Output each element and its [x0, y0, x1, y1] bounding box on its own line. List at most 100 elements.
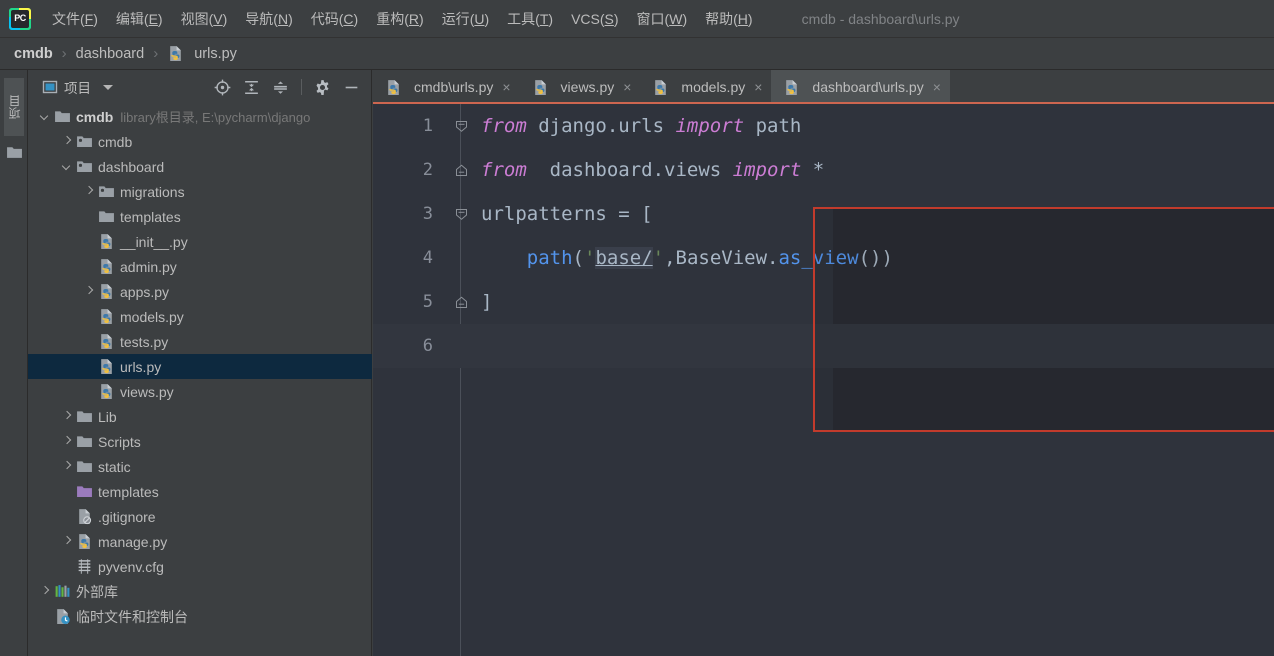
- tree-item-migrations[interactable]: migrations: [28, 179, 372, 204]
- python-file-icon: [655, 79, 667, 95]
- collapse-all-icon[interactable]: [272, 79, 289, 96]
- hide-panel-icon[interactable]: [343, 79, 360, 96]
- code-line-current[interactable]: 6: [373, 324, 1274, 368]
- code-line[interactable]: 3 urlpatterns = [: [373, 192, 1274, 236]
- editor-tab-dashboard-urls-py[interactable]: dashboard\urls.py ×: [771, 70, 951, 104]
- tree-item-static[interactable]: static: [28, 454, 372, 479]
- fold-end-icon[interactable]: [455, 296, 468, 309]
- fold-expanded-icon[interactable]: [455, 120, 468, 133]
- tree-item-apps-py[interactable]: apps.py: [28, 279, 372, 304]
- folder-icon[interactable]: [6, 144, 23, 166]
- menu-item-run[interactable]: 运行(U): [433, 6, 498, 32]
- editor-tab-cmdb-urls-py[interactable]: cmdb\urls.py ×: [373, 70, 520, 104]
- editor-tab-models-py[interactable]: models.py ×: [640, 70, 771, 104]
- menu-item-window[interactable]: 窗口(W): [628, 6, 697, 32]
- tree-item-tests-py[interactable]: tests.py: [28, 329, 372, 354]
- tree-item-templates[interactable]: templates: [28, 204, 372, 229]
- menu-item-help[interactable]: 帮助(H): [696, 6, 761, 32]
- python-file-icon: [101, 284, 112, 299]
- python-file-icon: [170, 46, 182, 61]
- tree-item-admin-py[interactable]: admin.py: [28, 254, 372, 279]
- tree-item-templates[interactable]: templates: [28, 479, 372, 504]
- code-line[interactable]: 1 from django.urls import path: [373, 104, 1274, 148]
- fold-expanded-icon[interactable]: [455, 208, 468, 221]
- url-route-reference[interactable]: base/: [595, 247, 653, 269]
- breadcrumb-file[interactable]: urls.py: [167, 45, 237, 62]
- menu-item-file[interactable]: 文件(F): [43, 6, 107, 32]
- breadcrumb-separator: ›: [61, 45, 67, 62]
- editor-tab-label: dashboard\urls.py: [812, 79, 924, 95]
- locate-icon[interactable]: [214, 79, 231, 96]
- menu-item-code[interactable]: 代码(C): [302, 6, 367, 32]
- editor-tab-bar: cmdb\urls.py × views.py × models.py × dashboar…: [373, 70, 1274, 104]
- code-editor[interactable]: 1 from django.urls import path 2 from da…: [373, 104, 1274, 656]
- code-line[interactable]: 4 path('base/',BaseView.as_view()): [373, 236, 1274, 280]
- editor-tab-views-py[interactable]: views.py ×: [520, 70, 641, 104]
- chevron-down-icon[interactable]: [103, 84, 113, 90]
- tree-item-cmdb[interactable]: cmdb library根目录, E:\pycharm\django: [28, 104, 372, 129]
- menu-item-vcs[interactable]: VCS(S): [562, 8, 627, 30]
- menu-item-tools[interactable]: 工具(T): [498, 6, 562, 32]
- chevron-right-icon[interactable]: [62, 136, 73, 147]
- chevron-right-icon[interactable]: [62, 411, 73, 422]
- tool-window-button-project[interactable]: 项目: [4, 78, 24, 136]
- breadcrumb: cmdb › dashboard › urls.py: [0, 38, 1274, 70]
- tree-item-pyvenv-cfg[interactable]: pyvenv.cfg: [28, 554, 372, 579]
- tree-item-models-py[interactable]: models.py: [28, 304, 372, 329]
- chevron-right-icon[interactable]: [62, 461, 73, 472]
- tree-item-label: templates: [98, 483, 159, 500]
- tree-item-label: 外部库: [76, 583, 118, 600]
- tree-item-[interactable]: 外部库: [28, 579, 372, 604]
- python-file-icon: [101, 259, 112, 274]
- tree-item-scripts[interactable]: Scripts: [28, 429, 372, 454]
- toolbar-separator: [301, 79, 302, 95]
- project-panel-title-group[interactable]: 项目: [42, 77, 113, 97]
- code-text: from django.urls import path: [481, 115, 801, 137]
- close-icon[interactable]: ×: [754, 80, 762, 94]
- chevron-right-icon[interactable]: [62, 436, 73, 447]
- tree-item-views-py[interactable]: views.py: [28, 379, 372, 404]
- breadcrumb-root[interactable]: cmdb: [14, 46, 53, 62]
- code-line[interactable]: 5 ]: [373, 280, 1274, 324]
- expand-all-icon[interactable]: [243, 79, 260, 96]
- chevron-right-icon[interactable]: [40, 586, 51, 597]
- menu-bar: PC 文件(F) 编辑(E) 视图(V) 导航(N) 代码(C) 重构(R) 运…: [0, 0, 1274, 38]
- menu-item-refactor[interactable]: 重构(R): [367, 6, 432, 32]
- menu-item-view[interactable]: 视图(V): [172, 6, 237, 32]
- menu-item-navigate[interactable]: 导航(N): [236, 6, 301, 32]
- project-tree[interactable]: cmdb library根目录, E:\pycharm\django cmdb das…: [28, 104, 372, 656]
- settings-gear-icon[interactable]: [314, 79, 331, 96]
- folder-module-icon: [77, 161, 92, 173]
- chevron-right-icon[interactable]: [84, 286, 95, 297]
- tree-item-lib[interactable]: Lib: [28, 404, 372, 429]
- chevron-down-icon[interactable]: [62, 161, 73, 172]
- breadcrumb-file-label: urls.py: [194, 45, 237, 62]
- tree-item-gitignore[interactable]: .gitignore: [28, 504, 372, 529]
- fold-end-icon[interactable]: [455, 164, 468, 177]
- code-line[interactable]: 2 from dashboard.views import *: [373, 148, 1274, 192]
- tree-item-label: Lib: [98, 408, 117, 425]
- close-icon[interactable]: ×: [623, 80, 631, 94]
- tree-item-init-py[interactable]: __init__.py: [28, 229, 372, 254]
- chevron-right-icon[interactable]: [84, 186, 95, 197]
- breadcrumb-folder[interactable]: dashboard: [76, 46, 145, 62]
- tree-item-urls-py[interactable]: urls.py: [28, 354, 372, 379]
- editor-tab-label: cmdb\urls.py: [414, 79, 494, 95]
- chevron-right-icon[interactable]: [62, 536, 73, 547]
- fold-placeholder: [455, 340, 468, 353]
- paren-close: ()): [858, 247, 893, 269]
- menu-item-edit[interactable]: 编辑(E): [107, 6, 172, 32]
- chevron-down-icon[interactable]: [40, 111, 51, 122]
- tree-item-dashboard[interactable]: dashboard: [28, 154, 372, 179]
- tree-item-manage-py[interactable]: manage.py: [28, 529, 372, 554]
- fold-placeholder: [455, 252, 468, 265]
- tree-item-cmdb[interactable]: cmdb: [28, 129, 372, 154]
- breadcrumb-separator: ›: [153, 45, 159, 62]
- close-icon[interactable]: ×: [502, 80, 510, 94]
- code-text: ]: [481, 291, 492, 313]
- close-icon[interactable]: ×: [933, 80, 941, 94]
- tree-item-[interactable]: 临时文件和控制台: [28, 604, 372, 629]
